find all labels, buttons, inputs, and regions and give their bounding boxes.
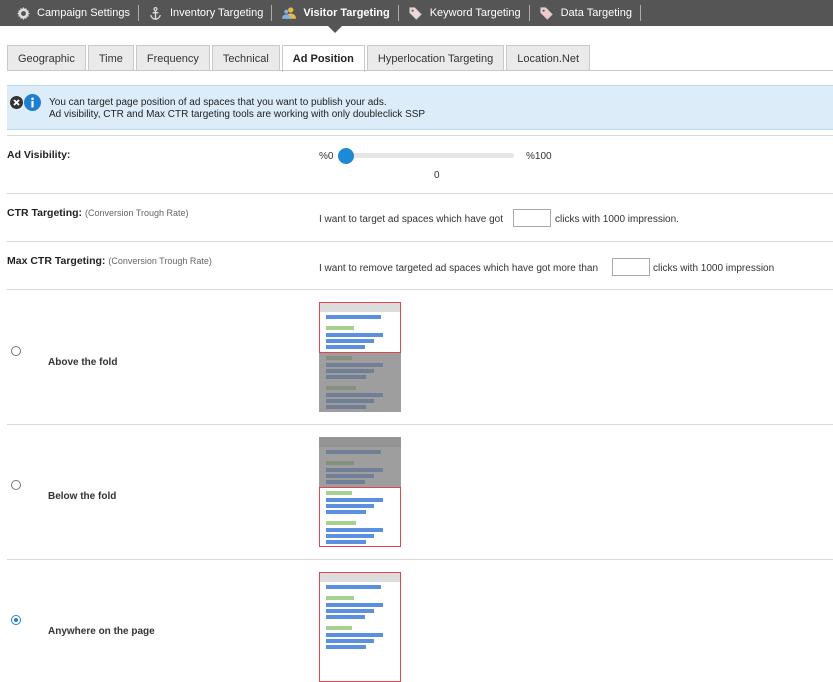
tab-time[interactable]: Time (87, 45, 134, 71)
tab-ad-position[interactable]: Ad Position (281, 45, 365, 72)
nav-inventory-targeting[interactable]: Inventory Targeting (139, 0, 271, 26)
ctr-sublabel: (Conversion Trough Rate) (84, 208, 189, 218)
ctr-label-text: CTR Targeting: (7, 207, 83, 219)
nav-label: Campaign Settings (37, 7, 130, 19)
divider (7, 559, 833, 560)
ctr-text-before: I want to target ad spaces which have go… (319, 214, 503, 225)
ctr-targeting-label: CTR Targeting: (Conversion Trough Rate) (7, 207, 189, 219)
thumb-highlight-frame (319, 302, 401, 353)
above-the-fold-radio[interactable] (11, 346, 21, 356)
anywhere-on-page-radio[interactable] (11, 615, 21, 625)
max-ctr-clicks-input[interactable] (612, 258, 650, 276)
divider (7, 193, 833, 194)
top-navigation-bar: Campaign Settings Inventory Targeting Vi… (0, 0, 833, 33)
anchor-icon (149, 6, 163, 20)
nav-label: Visitor Targeting (303, 7, 390, 19)
nav-campaign-settings[interactable]: Campaign Settings (6, 0, 138, 26)
thumb-shaded-area (319, 353, 401, 412)
slider-value: 0 (434, 170, 440, 181)
above-the-fold-label: Above the fold (48, 357, 118, 368)
tab-location-net[interactable]: Location.Net (506, 45, 591, 71)
nav-divider (639, 5, 641, 21)
anywhere-on-page-thumbnail (319, 572, 401, 682)
nav-data-targeting[interactable]: Data Targeting (530, 0, 640, 26)
tab-hyperlocation-targeting[interactable]: Hyperlocation Targeting (366, 45, 505, 71)
below-the-fold-radio[interactable] (11, 480, 21, 490)
divider (7, 424, 833, 425)
below-the-fold-thumbnail (319, 437, 401, 547)
info-line-2: Ad visibility, CTR and Max CTR targeting… (49, 109, 426, 120)
max-ctr-targeting-label: Max CTR Targeting: (Conversion Trough Ra… (7, 255, 212, 267)
thumb-shaded-area (319, 437, 401, 487)
ad-visibility-slider-handle[interactable] (338, 148, 354, 164)
ctr-text-after: clicks with 1000 impression. (555, 214, 679, 225)
active-caret (328, 26, 342, 33)
nav-keyword-targeting[interactable]: Keyword Targeting (399, 0, 529, 26)
divider (7, 241, 833, 242)
max-ctr-text-after: clicks with 1000 impression (653, 263, 775, 274)
nav-label: Data Targeting (560, 7, 632, 19)
tab-frequency[interactable]: Frequency (135, 45, 210, 71)
gear-icon (16, 6, 30, 20)
nav-visitor-targeting[interactable]: Visitor Targeting (272, 0, 397, 33)
thumb-highlight-frame (319, 487, 401, 547)
tag-icon (540, 6, 554, 20)
ad-visibility-label: Ad Visibility: (7, 149, 71, 161)
ctr-clicks-input[interactable] (513, 209, 551, 227)
max-ctr-label-text: Max CTR Targeting: (7, 255, 106, 267)
ad-visibility-slider-track[interactable] (342, 153, 514, 158)
close-icon[interactable] (10, 96, 23, 109)
below-the-fold-label: Below the fold (48, 491, 117, 502)
divider (7, 289, 833, 290)
info-message-box: You can target page position of ad space… (7, 85, 833, 130)
slider-min-label: %0 (319, 151, 334, 162)
info-text: You can target page position of ad space… (49, 97, 425, 121)
nav-label: Inventory Targeting (169, 7, 264, 19)
above-the-fold-thumbnail (319, 302, 401, 412)
info-line-1: You can target page position of ad space… (49, 97, 387, 108)
subtab-underline (7, 70, 833, 71)
thumb-highlight-frame (319, 572, 401, 682)
users-icon (282, 6, 297, 20)
tag-icon (409, 6, 423, 20)
slider-max-label: %100 (526, 151, 552, 162)
nav-label: Keyword Targeting (429, 7, 521, 19)
max-ctr-sublabel: (Conversion Trough Rate) (108, 256, 212, 266)
tab-technical[interactable]: Technical (211, 45, 280, 71)
divider (7, 135, 833, 136)
subtab-bar: Geographic Time Frequency Technical Ad P… (7, 45, 592, 72)
max-ctr-text-before: I want to remove targeted ad spaces whic… (319, 263, 599, 274)
anywhere-on-page-label: Anywhere on the page (48, 626, 155, 637)
tab-geographic[interactable]: Geographic (7, 45, 86, 71)
info-icon (24, 94, 41, 111)
